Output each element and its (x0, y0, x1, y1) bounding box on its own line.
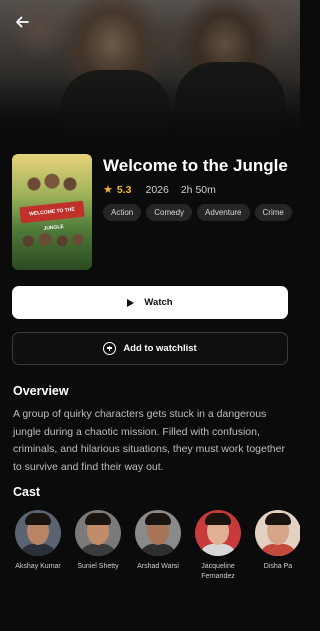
cast-member[interactable]: Akshay Kumar (8, 510, 68, 590)
cast-name: Suniel Shetty (77, 563, 119, 570)
movie-runtime: 2h 50m (180, 183, 216, 196)
movie-rating: 5.3 (116, 183, 132, 196)
play-icon (127, 298, 135, 307)
overview-heading: Overview (13, 384, 69, 398)
watchlist-button-label: Add to watchlist (123, 343, 197, 354)
movie-title: Welcome to the Jungle (103, 156, 288, 175)
genre-chip[interactable]: Comedy (146, 204, 193, 221)
genre-chip[interactable]: Adventure (197, 204, 250, 221)
add-to-watchlist-button[interactable]: Add to watchlist (12, 332, 288, 365)
watch-button-label: Watch (144, 297, 173, 308)
avatar (195, 510, 241, 556)
genre-chip[interactable]: Action (103, 204, 142, 221)
cast-name: Disha Pa (263, 563, 293, 570)
avatar (75, 510, 121, 556)
poster-title-band: WELCOME TO THE JUNGLE (19, 200, 85, 232)
genre-chip[interactable]: Crime (254, 204, 292, 221)
overview-text: A group of quirky characters gets stuck … (13, 408, 285, 473)
hero-gradient (0, 0, 300, 142)
avatar (135, 510, 181, 556)
avatar (255, 510, 300, 556)
movie-meta: ★ 5.3 2026 2h 50m (103, 183, 216, 197)
cast-member[interactable]: Jacqueline Fernandez (188, 510, 248, 590)
cast-member[interactable]: Arshad Warsi (128, 510, 188, 590)
star-icon: ★ (103, 184, 113, 196)
cast-name: Akshay Kumar (15, 563, 61, 570)
avatar (15, 510, 61, 556)
genre-list: Action Comedy Adventure Crime (103, 204, 293, 221)
cast-name: Jacqueline Fernandez (201, 563, 235, 580)
movie-year: 2026 (145, 183, 169, 196)
cast-name: Arshad Warsi (137, 563, 179, 570)
plus-circle-icon (103, 342, 117, 355)
cast-heading: Cast (13, 485, 41, 499)
poster-art (18, 226, 86, 256)
arrow-left-icon (16, 16, 29, 28)
cast-member[interactable]: Suniel Shetty (68, 510, 128, 590)
back-button[interactable] (10, 10, 34, 34)
watch-button[interactable]: Watch (12, 286, 288, 319)
movie-poster: WELCOME TO THE JUNGLE (12, 154, 92, 270)
cast-member[interactable]: Disha Pa (248, 510, 300, 590)
poster-art (22, 170, 82, 198)
hero-backdrop (0, 0, 300, 142)
cast-list[interactable]: Akshay Kumar Suniel Shetty Arshad Warsi … (0, 510, 300, 590)
